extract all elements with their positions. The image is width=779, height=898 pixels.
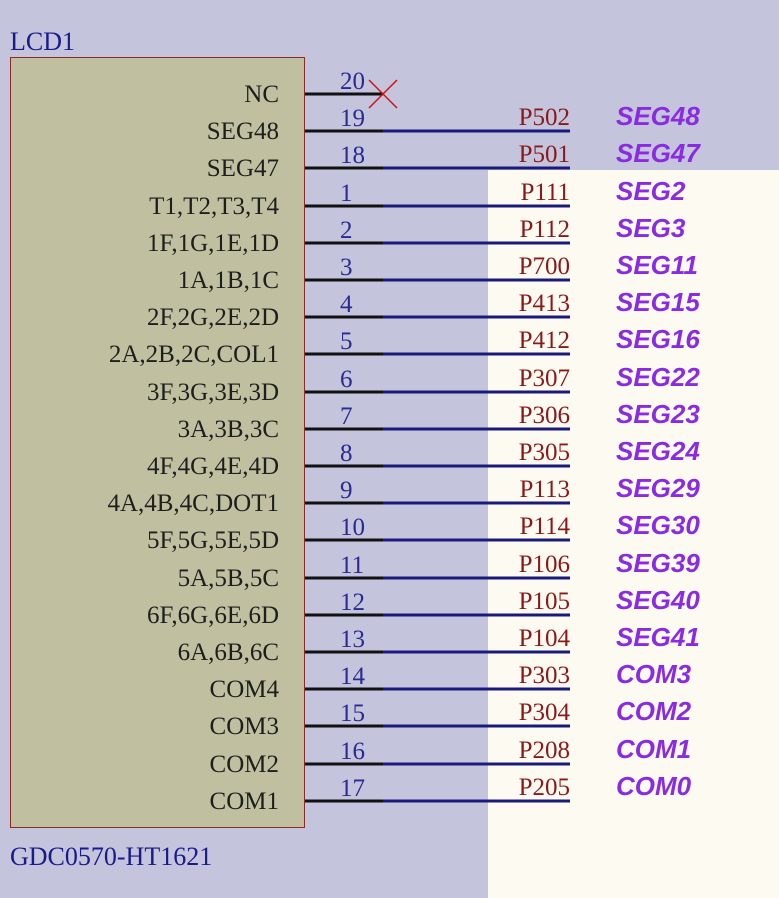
pin-number: 8 <box>340 440 353 467</box>
pin-name: 2A,2B,2C,COL1 <box>108 341 279 368</box>
pin-name: COM2 <box>209 751 279 778</box>
seg-label: COM2 <box>616 696 692 726</box>
pin-name: T1,T2,T3,T4 <box>149 193 279 220</box>
pin-number: 2 <box>340 217 353 244</box>
pin-name: COM3 <box>209 713 279 740</box>
pin-name: COM4 <box>209 676 279 703</box>
seg-label: SEG29 <box>616 473 700 503</box>
pin-number: 17 <box>340 775 365 802</box>
net-label[interactable]: P307 <box>519 366 570 391</box>
net-label[interactable]: P114 <box>520 514 570 539</box>
net-label[interactable]: P502 <box>519 105 570 130</box>
net-label[interactable]: P304 <box>519 700 570 725</box>
pin-name: 5A,5B,5C <box>177 565 279 592</box>
pin-name: 2F,2G,2E,2D <box>146 304 279 331</box>
seg-label: COM3 <box>616 659 692 689</box>
seg-label: SEG39 <box>616 548 700 578</box>
net-label[interactable]: P700 <box>519 254 570 279</box>
pin-number: 5 <box>340 328 353 355</box>
pin-number: 10 <box>340 514 365 541</box>
net-label[interactable]: P412 <box>519 328 570 353</box>
pin-name: 3F,3G,3E,3D <box>146 379 279 406</box>
pin-name: 1F,1G,1E,1D <box>146 230 279 257</box>
seg-label: SEG22 <box>616 362 700 392</box>
seg-label: SEG24 <box>616 436 700 466</box>
seg-label: COM1 <box>616 734 692 764</box>
pin-name: 4F,4G,4E,4D <box>146 453 279 480</box>
seg-label: SEG48 <box>616 101 700 131</box>
net-label[interactable]: P205 <box>519 775 570 800</box>
seg-label: SEG30 <box>616 510 700 540</box>
seg-label: SEG23 <box>616 399 700 429</box>
seg-label: SEG15 <box>616 287 700 317</box>
pin-name: 6A,6B,6C <box>177 639 279 666</box>
pin-number: 16 <box>340 738 365 765</box>
net-label[interactable]: P305 <box>519 440 570 465</box>
pin-number: 9 <box>340 477 353 504</box>
net-label[interactable]: P208 <box>519 738 570 763</box>
pin-number: 14 <box>340 663 365 690</box>
seg-label: SEG41 <box>616 622 700 652</box>
pin-name: SEG47 <box>206 155 279 182</box>
pin-name: 3A,3B,3C <box>177 416 279 443</box>
pin-number: 12 <box>340 589 365 616</box>
pin-number: 3 <box>340 254 353 281</box>
seg-label: SEG3 <box>616 213 686 243</box>
pin-number: 1 <box>340 180 353 207</box>
pin-number: 13 <box>340 626 365 653</box>
net-label[interactable]: P105 <box>519 589 570 614</box>
pin-name: 1A,1B,1C <box>177 267 279 294</box>
pin-name: 5F,5G,5E,5D <box>146 527 279 554</box>
pin-number: 7 <box>340 403 353 430</box>
net-label[interactable]: P413 <box>519 291 570 316</box>
pin-name: SEG48 <box>206 118 279 145</box>
seg-label: SEG47 <box>616 138 700 168</box>
pin-name: 6F,6G,6E,6D <box>146 602 279 629</box>
net-label[interactable]: P113 <box>520 477 570 502</box>
pin-name: 4A,4B,4C,DOT1 <box>107 490 279 517</box>
pin-name: NC <box>244 81 279 108</box>
seg-label: SEG11 <box>616 250 698 280</box>
net-label[interactable]: P106 <box>519 552 570 577</box>
net-label[interactable]: P501 <box>519 142 570 167</box>
net-label[interactable]: P303 <box>519 663 570 688</box>
seg-label: SEG16 <box>616 324 700 354</box>
pin-name: COM1 <box>209 788 279 815</box>
net-label[interactable]: P112 <box>520 217 570 242</box>
pin-number: 19 <box>340 105 365 132</box>
pin-number: 20 <box>340 68 365 95</box>
seg-label: SEG40 <box>616 585 700 615</box>
net-label[interactable]: P306 <box>519 403 570 428</box>
pin-number: 18 <box>340 142 365 169</box>
pin-number: 15 <box>340 700 365 727</box>
seg-label: SEG2 <box>616 176 686 206</box>
net-label[interactable]: P104 <box>519 626 570 651</box>
pin-number: 11 <box>340 552 365 579</box>
seg-label: COM0 <box>616 771 692 801</box>
net-label[interactable]: P111 <box>520 180 570 205</box>
pin-number: 4 <box>340 291 353 318</box>
pin-number: 6 <box>340 366 353 393</box>
